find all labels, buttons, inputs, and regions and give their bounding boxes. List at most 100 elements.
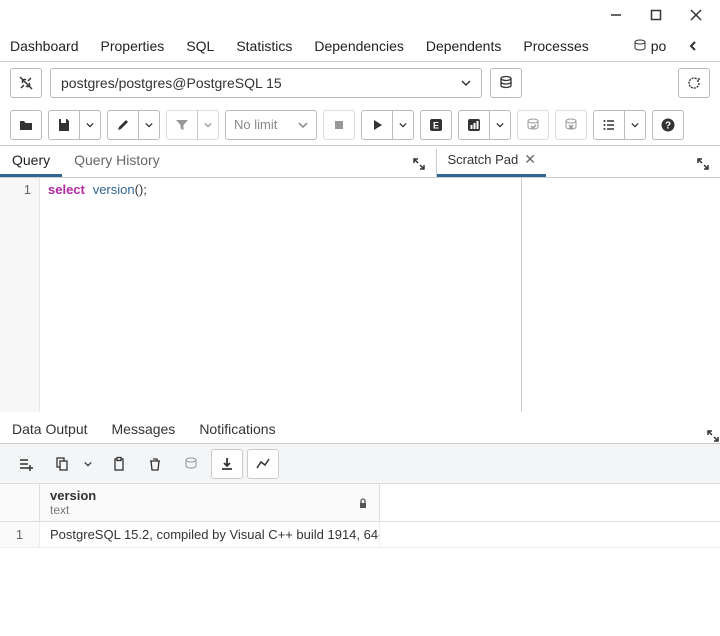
- database-icon: [633, 39, 647, 53]
- tab-scratch-pad[interactable]: Scratch Pad ✕: [437, 145, 546, 177]
- tab-sql[interactable]: SQL: [186, 38, 214, 54]
- tab-properties[interactable]: Properties: [101, 38, 165, 54]
- tab-dependents[interactable]: Dependents: [426, 38, 502, 54]
- chevron-down-icon: [86, 121, 94, 129]
- open-file-button[interactable]: [10, 110, 42, 140]
- close-button[interactable]: [676, 1, 716, 29]
- minimize-button[interactable]: [596, 1, 636, 29]
- limit-label: No limit: [234, 117, 277, 132]
- limit-select[interactable]: No limit: [225, 110, 317, 140]
- connection-row: postgres/postgres@PostgreSQL 15: [0, 62, 720, 104]
- copy-icon: [54, 456, 70, 472]
- result-corner[interactable]: [0, 484, 40, 521]
- chevron-down-icon: [496, 121, 504, 129]
- scratch-expand[interactable]: [686, 151, 720, 177]
- output-tabstrip: Data Output Messages Notifications: [0, 412, 720, 444]
- list-icon: [601, 117, 617, 133]
- explain-icon: E: [428, 117, 444, 133]
- tab-statistics[interactable]: Statistics: [236, 38, 292, 54]
- editor-expand[interactable]: [402, 151, 436, 177]
- play-icon: [370, 118, 384, 132]
- save-data-icon: [183, 456, 199, 472]
- chevron-down-icon: [204, 121, 212, 129]
- tab-overflow-label: po: [651, 38, 667, 54]
- line-number: 1: [0, 182, 31, 197]
- explain-button[interactable]: E: [420, 110, 452, 140]
- tab-dependencies[interactable]: Dependencies: [314, 38, 404, 54]
- tab-query[interactable]: Query: [0, 146, 62, 177]
- pencil-icon: [115, 117, 131, 133]
- column-type: text: [50, 503, 96, 517]
- paste-button[interactable]: [103, 449, 135, 479]
- run-button[interactable]: [361, 110, 393, 140]
- copy-dropdown[interactable]: [77, 449, 99, 479]
- chevron-down-icon: [84, 460, 92, 468]
- filter-dropdown[interactable]: [197, 110, 219, 140]
- filter-icon: [174, 117, 190, 133]
- tab-query-history[interactable]: Query History: [62, 146, 172, 177]
- save-button[interactable]: [48, 110, 80, 140]
- add-row-icon: [18, 456, 34, 472]
- tab-data-output[interactable]: Data Output: [0, 415, 100, 443]
- connection-label: postgres/postgres@PostgreSQL 15: [61, 75, 282, 91]
- reset-layout-button[interactable]: [678, 68, 710, 98]
- graph-button[interactable]: [247, 449, 279, 479]
- tab-dashboard[interactable]: Dashboard: [10, 38, 79, 54]
- analyze-icon: [466, 117, 482, 133]
- maximize-button[interactable]: [636, 1, 676, 29]
- edit-button[interactable]: [107, 110, 139, 140]
- editor-tabstrip: Query Query History Scratch Pad ✕: [0, 146, 720, 178]
- filter-button[interactable]: [166, 110, 198, 140]
- connection-status-button[interactable]: [10, 68, 42, 98]
- tab-scroll-left[interactable]: [688, 41, 698, 51]
- chevron-down-icon: [461, 78, 471, 88]
- chevron-down-icon: [631, 121, 639, 129]
- svg-text:E: E: [433, 120, 439, 130]
- copy-button[interactable]: [46, 449, 78, 479]
- connection-select[interactable]: postgres/postgres@PostgreSQL 15: [50, 68, 482, 98]
- cell-value[interactable]: PostgreSQL 15.2, compiled by Visual C++ …: [40, 522, 380, 547]
- help-button[interactable]: ?: [652, 110, 684, 140]
- tab-notifications[interactable]: Notifications: [187, 415, 287, 443]
- scratch-close[interactable]: ✕: [524, 151, 536, 168]
- macros-button[interactable]: [593, 110, 625, 140]
- stop-button[interactable]: [323, 110, 355, 140]
- lock-icon: [357, 497, 369, 509]
- macros-dropdown[interactable]: [624, 110, 646, 140]
- rollback-icon: [563, 117, 579, 133]
- download-icon: [219, 456, 235, 472]
- save-dropdown[interactable]: [79, 110, 101, 140]
- explain-dropdown[interactable]: [489, 110, 511, 140]
- row-number: 1: [0, 522, 40, 547]
- expand-icon: [412, 157, 426, 171]
- save-data-button[interactable]: [175, 449, 207, 479]
- commit-button[interactable]: [517, 110, 549, 140]
- tab-messages[interactable]: Messages: [100, 415, 188, 443]
- chevron-down-icon: [145, 121, 153, 129]
- svg-text:?: ?: [665, 120, 671, 131]
- sql-editor[interactable]: select version();: [40, 178, 521, 412]
- tab-processes[interactable]: Processes: [523, 38, 588, 54]
- download-button[interactable]: [211, 449, 243, 479]
- rollback-button[interactable]: [555, 110, 587, 140]
- scratch-pad-pane[interactable]: [522, 178, 720, 412]
- explain-analyze-button[interactable]: [458, 110, 490, 140]
- folder-icon: [18, 117, 34, 133]
- result-column-header[interactable]: version text: [40, 484, 380, 521]
- delete-row-button[interactable]: [139, 449, 171, 479]
- output-expand[interactable]: [706, 429, 720, 443]
- tab-overflow[interactable]: po: [633, 38, 667, 54]
- keyword: select: [48, 182, 85, 197]
- function: version: [93, 182, 135, 197]
- result-row[interactable]: 1 PostgreSQL 15.2, compiled by Visual C+…: [0, 522, 720, 548]
- paste-icon: [111, 456, 127, 472]
- chevron-left-icon: [688, 41, 698, 51]
- edit-dropdown[interactable]: [138, 110, 160, 140]
- add-row-button[interactable]: [10, 449, 42, 479]
- run-dropdown[interactable]: [392, 110, 414, 140]
- new-connection-button[interactable]: [490, 68, 522, 98]
- output-toolbar: [0, 444, 720, 484]
- expand-icon: [696, 157, 710, 171]
- workspace: 1 select version();: [0, 178, 720, 412]
- column-name: version: [50, 488, 96, 503]
